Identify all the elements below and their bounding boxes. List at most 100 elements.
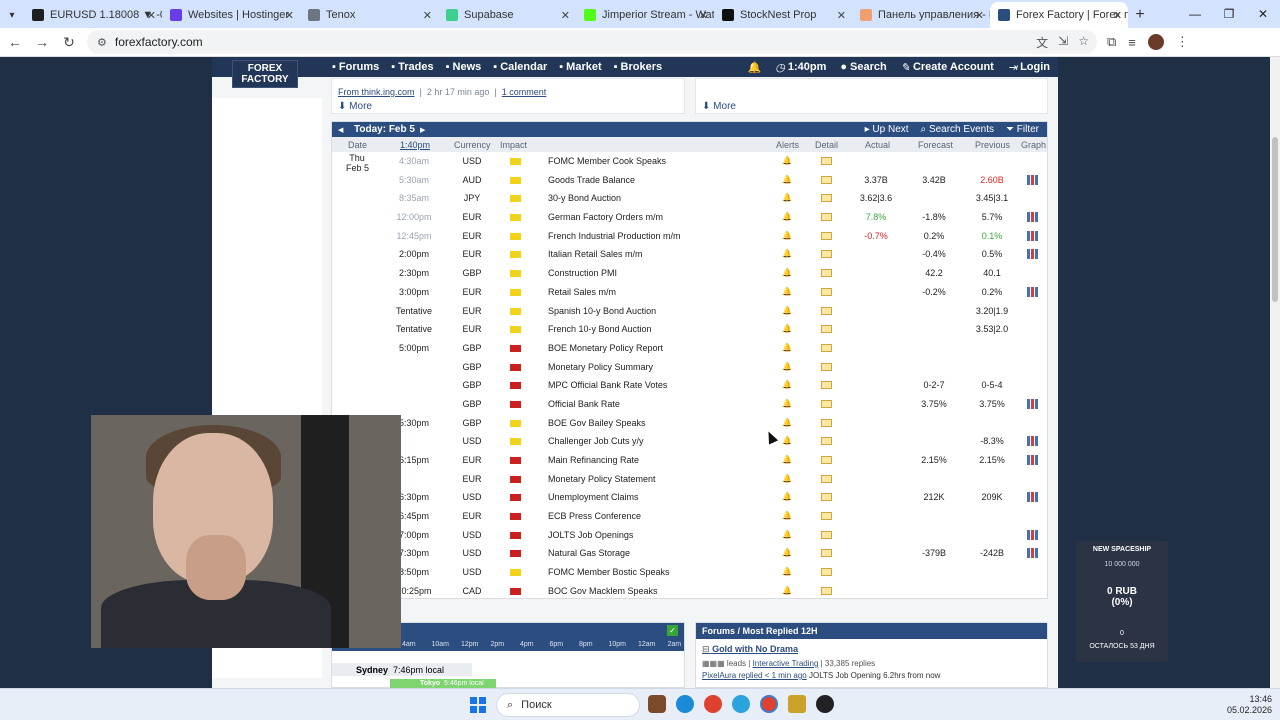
news-more-link[interactable]: ⬇ More xyxy=(338,101,372,112)
telegram-icon[interactable] xyxy=(732,695,750,713)
detail-folder-icon[interactable] xyxy=(821,269,832,278)
maximize-icon[interactable]: ❐ xyxy=(1212,0,1246,28)
folder-icon[interactable] xyxy=(788,695,806,713)
graph-bars-icon[interactable] xyxy=(1027,230,1038,241)
reload-icon[interactable]: ↻ xyxy=(57,34,81,51)
calendar-row[interactable]: 8:35am JPY 30-y Bond Auction 🔔 3.62|3.6 3.45|… xyxy=(332,189,1047,208)
profile-avatar[interactable] xyxy=(1147,34,1164,50)
calendar-row[interactable]: Tentative EUR Spanish 10-y Bond Auction 🔔 3.… xyxy=(332,302,1047,321)
tab-close-icon[interactable]: ✕ xyxy=(975,9,984,22)
nav-trades[interactable]: ▪ Trades xyxy=(391,61,433,73)
forward-icon[interactable]: → xyxy=(30,34,54,50)
nav-login[interactable]: ⇥ Login xyxy=(1008,61,1050,74)
detail-folder-icon[interactable] xyxy=(821,213,832,222)
alert-bell-icon[interactable]: 🔔 xyxy=(782,156,792,165)
nav-calendar[interactable]: ▪ Calendar xyxy=(493,61,547,73)
omnibox[interactable]: ⚙ forexfactory.com 文 ⇲ ☆ xyxy=(87,30,1097,54)
tab-close-icon[interactable]: ✕ xyxy=(561,9,570,22)
scrollbar-thumb[interactable] xyxy=(1272,137,1278,302)
alert-bell-icon[interactable]: 🔔 xyxy=(782,436,792,445)
browser-tab[interactable]: EURUSD 1.18008 ▼ -0.0✕ xyxy=(24,2,162,28)
calendar-row[interactable]: 12:00pm EUR German Factory Orders m/m 🔔 7.8%… xyxy=(332,208,1047,227)
new-tab-button[interactable]: + xyxy=(1128,2,1152,28)
alert-bell-icon[interactable]: 🔔 xyxy=(782,175,792,184)
alert-bell-icon[interactable]: 🔔 xyxy=(782,567,792,576)
alert-bell-icon[interactable]: 🔔 xyxy=(782,455,792,464)
chrome-active-icon[interactable] xyxy=(760,695,778,713)
calendar-row[interactable]: 8:50pm USD FOMC Member Bostic Speaks 🔔 xyxy=(332,563,1047,582)
collapse-icon[interactable]: ⊟ xyxy=(702,644,710,654)
alert-bell-icon[interactable]: 🔔 xyxy=(782,511,792,520)
menu-icon[interactable]: ⋮ xyxy=(1176,34,1189,50)
alert-bell-icon[interactable]: 🔔 xyxy=(782,548,792,557)
tab-close-icon[interactable]: ✕ xyxy=(699,9,708,22)
sessions-checkbox-icon[interactable]: ✓ xyxy=(667,625,678,636)
detail-folder-icon[interactable] xyxy=(821,343,832,352)
up-next-button[interactable]: ▸ Up Next xyxy=(865,124,909,135)
detail-folder-icon[interactable] xyxy=(821,194,832,203)
detail-folder-icon[interactable] xyxy=(821,399,832,408)
prev-day-icon[interactable]: ◀ xyxy=(338,126,343,134)
windows-start-icon[interactable] xyxy=(470,697,486,713)
browser-tab[interactable]: StockNest Prop ✕ xyxy=(714,2,852,28)
calendar-row[interactable]: 6:30pm USD Unemployment Claims 🔔 212K 209K xyxy=(332,488,1047,507)
detail-folder-icon[interactable] xyxy=(821,175,832,184)
app-icon[interactable] xyxy=(816,695,834,713)
graph-bars-icon[interactable] xyxy=(1027,398,1038,409)
nav-search[interactable]: ● Search xyxy=(840,61,886,73)
alert-bell-icon[interactable]: 🔔 xyxy=(782,586,792,595)
calendar-row[interactable]: Thu Feb 5 4:30am USD FOMC Member Cook Speaks… xyxy=(332,152,1047,173)
detail-folder-icon[interactable] xyxy=(821,362,832,371)
graph-bars-icon[interactable] xyxy=(1027,212,1038,223)
forex-factory-logo[interactable]: FOREX FACTORY xyxy=(232,60,298,88)
calendar-row[interactable]: 2:00pm EUR Italian Retail Sales m/m 🔔 -0.4% 0… xyxy=(332,245,1047,264)
edge-icon[interactable] xyxy=(676,695,694,713)
detail-folder-icon[interactable] xyxy=(821,418,832,427)
news-source-link[interactable]: From think.ing.com xyxy=(338,87,415,97)
alert-bell-icon[interactable]: 🔔 xyxy=(782,343,792,352)
url-text[interactable]: forexfactory.com xyxy=(115,35,203,49)
graph-bars-icon[interactable] xyxy=(1027,492,1038,503)
alert-bell-icon[interactable]: 🔔 xyxy=(782,530,792,539)
graph-bars-icon[interactable] xyxy=(1027,455,1038,465)
detail-folder-icon[interactable] xyxy=(821,474,832,483)
taskbar-search[interactable]: ⌕ Поиск xyxy=(496,693,640,717)
detail-folder-icon[interactable] xyxy=(821,325,832,334)
col-time[interactable]: 1:40pm xyxy=(400,140,430,150)
calendar-row[interactable]: Tentative EUR French 10-y Bond Auction 🔔 3.5… xyxy=(332,320,1047,339)
alert-bell-icon[interactable]: 🔔 xyxy=(782,287,792,296)
detail-folder-icon[interactable] xyxy=(821,456,832,464)
browser-tab[interactable]: Websites | Hostinger ✕ xyxy=(162,2,300,28)
tab-search-button[interactable]: ▾ xyxy=(0,2,24,28)
detail-folder-icon[interactable] xyxy=(821,157,832,165)
extensions-icon[interactable]: ⧉ xyxy=(1107,34,1116,50)
calendar-row[interactable]: 5:30am AUD Goods Trade Balance 🔔 3.37B 3.42B 2… xyxy=(332,171,1047,190)
nav-brokers[interactable]: ▪ Brokers xyxy=(614,61,662,73)
taskbar-clock[interactable]: 13:46 05.02.2026 xyxy=(1227,694,1272,716)
graph-bars-icon[interactable] xyxy=(1027,249,1038,260)
search-events-button[interactable]: ⌕ Search Events xyxy=(921,124,994,135)
widgets-icon[interactable] xyxy=(648,695,666,713)
browser-tab[interactable]: Jimperior Stream - Watc ✕ xyxy=(576,2,714,28)
minimize-icon[interactable]: — xyxy=(1178,0,1212,28)
detail-folder-icon[interactable] xyxy=(821,549,832,558)
forum-category-link[interactable]: Interactive Trading xyxy=(753,659,819,668)
notifications-bell-icon[interactable]: 🔔 xyxy=(748,61,762,74)
close-window-icon[interactable]: ✕ xyxy=(1246,0,1280,28)
calendar-row[interactable]: GBP Monetary Policy Summary 🔔 xyxy=(332,358,1047,377)
calendar-row[interactable]: 12:45pm EUR French Industrial Production m… xyxy=(332,227,1047,246)
browser-tab[interactable]: Forex Factory | Forex ma ✕ xyxy=(990,2,1128,28)
calendar-row[interactable]: 7:30pm USD Natural Gas Storage 🔔 -379B -242B xyxy=(332,544,1047,563)
alert-bell-icon[interactable]: 🔔 xyxy=(782,231,792,240)
media-icon[interactable]: ≡ xyxy=(1128,35,1136,50)
tab-close-icon[interactable]: ✕ xyxy=(837,9,846,22)
calendar-row[interactable]: 3:00pm EUR Retail Sales m/m 🔔 -0.2% 0.2% xyxy=(332,283,1047,302)
browser-tab[interactable]: Supabase ✕ xyxy=(438,2,576,28)
bookmark-star-icon[interactable]: ☆ xyxy=(1078,34,1089,51)
calendar-row[interactable]: 10:25pm CAD BOC Gov Macklem Speaks 🔔 xyxy=(332,582,1047,601)
alert-bell-icon[interactable]: 🔔 xyxy=(782,324,792,333)
browser-tab[interactable]: Tenox ✕ xyxy=(300,2,438,28)
install-icon[interactable]: ⇲ xyxy=(1058,34,1068,51)
nav-create-account[interactable]: ✎ Create Account xyxy=(901,61,994,74)
alert-bell-icon[interactable]: 🔔 xyxy=(782,268,792,277)
